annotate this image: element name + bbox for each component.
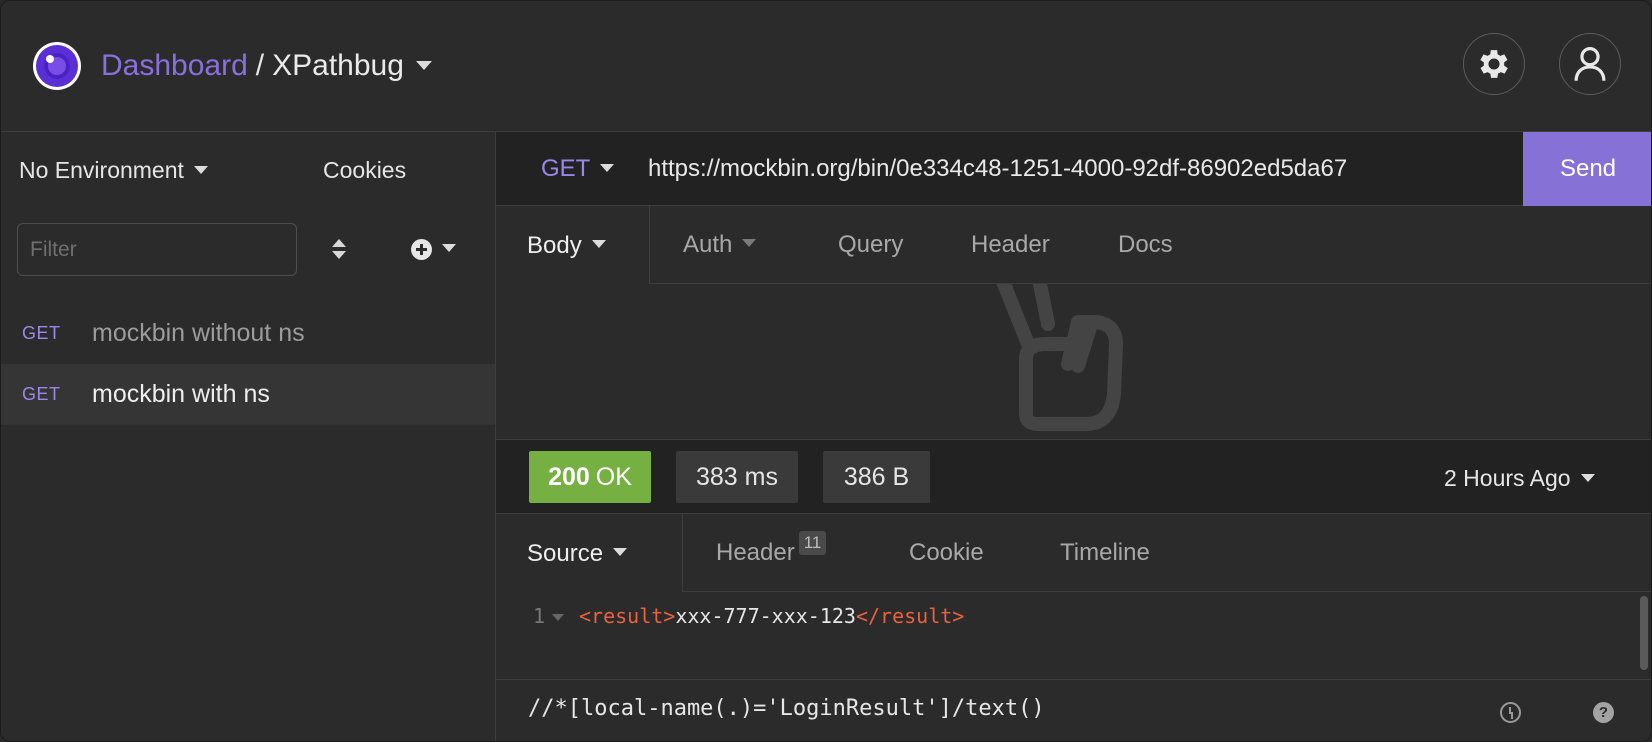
app-window: Dashboard / XPathbug No Environment Cookie… [0, 0, 1652, 742]
fold-arrow-icon[interactable] [552, 614, 564, 621]
tab-response-header[interactable]: Header 11 [716, 514, 827, 592]
chevron-down-icon [1580, 473, 1595, 482]
chevron-down-icon [591, 239, 606, 248]
environment-label: No Environment [19, 157, 184, 183]
tab-body[interactable]: Body [496, 206, 650, 285]
chevron-down-icon [742, 239, 757, 247]
chevron-down-icon [193, 165, 208, 174]
send-button[interactable]: Send [1523, 132, 1651, 206]
request-name: mockbin with ns [92, 380, 270, 408]
tab-header[interactable]: Header [971, 206, 1050, 284]
add-request-button[interactable] [411, 239, 456, 260]
response-filter-bar: ? [496, 680, 1651, 741]
status-badge: 200 OK [529, 451, 651, 503]
environment-selector[interactable]: No Environment [19, 157, 208, 184]
response-status-bar: 200 OK 383 ms 386 B 2 Hours Ago [496, 440, 1651, 514]
request-item-mockbin-without-ns[interactable]: GET mockbin without ns [1, 303, 495, 364]
chevron-down-icon [442, 243, 456, 252]
top-bar: Dashboard / XPathbug [1, 1, 1651, 132]
gear-icon [1480, 50, 1508, 78]
request-item-mockbin-with-ns[interactable]: GET mockbin with ns [1, 364, 495, 425]
sidebar: No Environment Cookies GET mockbin witho… [1, 132, 496, 741]
user-icon [1574, 47, 1606, 81]
settings-button[interactable] [1463, 33, 1525, 95]
response-tabs: Source Header 11 Cookie Timeline [496, 514, 1651, 593]
response-size-badge: 386 B [823, 451, 930, 503]
xml-close-tag: </result> [855, 604, 965, 628]
header-count-badge: 11 [798, 531, 827, 555]
tab-auth[interactable]: Auth [683, 206, 757, 284]
sort-icon[interactable] [331, 238, 347, 260]
cookies-button[interactable]: Cookies [323, 157, 406, 184]
request-method: GET [22, 323, 61, 343]
tab-query[interactable]: Query [838, 206, 903, 284]
code-line: <result>xxx-777-xxx-123</result> [579, 604, 964, 628]
method-selector[interactable]: GET [541, 155, 615, 183]
request-tabs: Body Auth Query Header Docs [496, 206, 1651, 285]
response-history-selector[interactable]: 2 Hours Ago [1444, 465, 1595, 492]
tab-timeline[interactable]: Timeline [1060, 514, 1150, 592]
xpath-filter-input[interactable] [528, 696, 1428, 721]
url-bar: GET https://mockbin.org/bin/0e334c48-125… [496, 132, 1651, 206]
line-number: 1 [533, 604, 546, 628]
logo-icon[interactable] [33, 42, 81, 90]
request-method: GET [22, 384, 61, 404]
project-name[interactable]: XPathbug [272, 49, 404, 82]
request-body-empty [496, 284, 1651, 440]
chevron-down-icon [600, 163, 615, 172]
scrollbar[interactable] [1640, 596, 1648, 670]
peace-hand-icon [996, 284, 1123, 431]
history-icon[interactable] [1500, 702, 1521, 723]
tab-cookie[interactable]: Cookie [909, 514, 984, 592]
tab-docs[interactable]: Docs [1118, 206, 1173, 284]
tab-source[interactable]: Source [496, 514, 683, 593]
dashboard-link[interactable]: Dashboard [101, 49, 248, 82]
help-icon[interactable]: ? [1593, 702, 1614, 723]
account-button[interactable] [1559, 33, 1621, 95]
response-time-ago: 2 Hours Ago [1444, 465, 1571, 491]
chevron-down-icon [613, 547, 628, 556]
chevron-down-icon[interactable] [415, 60, 432, 70]
method-label: GET [541, 155, 591, 182]
plus-circle-icon [411, 239, 432, 260]
breadcrumb-separator: / [255, 49, 265, 82]
response-time-badge: 383 ms [676, 451, 798, 503]
filter-input[interactable] [17, 223, 297, 276]
xml-content: xxx-777-xxx-123 [675, 604, 856, 628]
request-name: mockbin without ns [92, 319, 305, 347]
breadcrumb: Dashboard / XPathbug [101, 48, 432, 84]
response-source-view[interactable]: 1 <result>xxx-777-xxx-123</result> [496, 592, 1651, 680]
url-input[interactable]: https://mockbin.org/bin/0e334c48-1251-40… [648, 155, 1347, 183]
xml-open-tag: <result> [579, 604, 676, 628]
